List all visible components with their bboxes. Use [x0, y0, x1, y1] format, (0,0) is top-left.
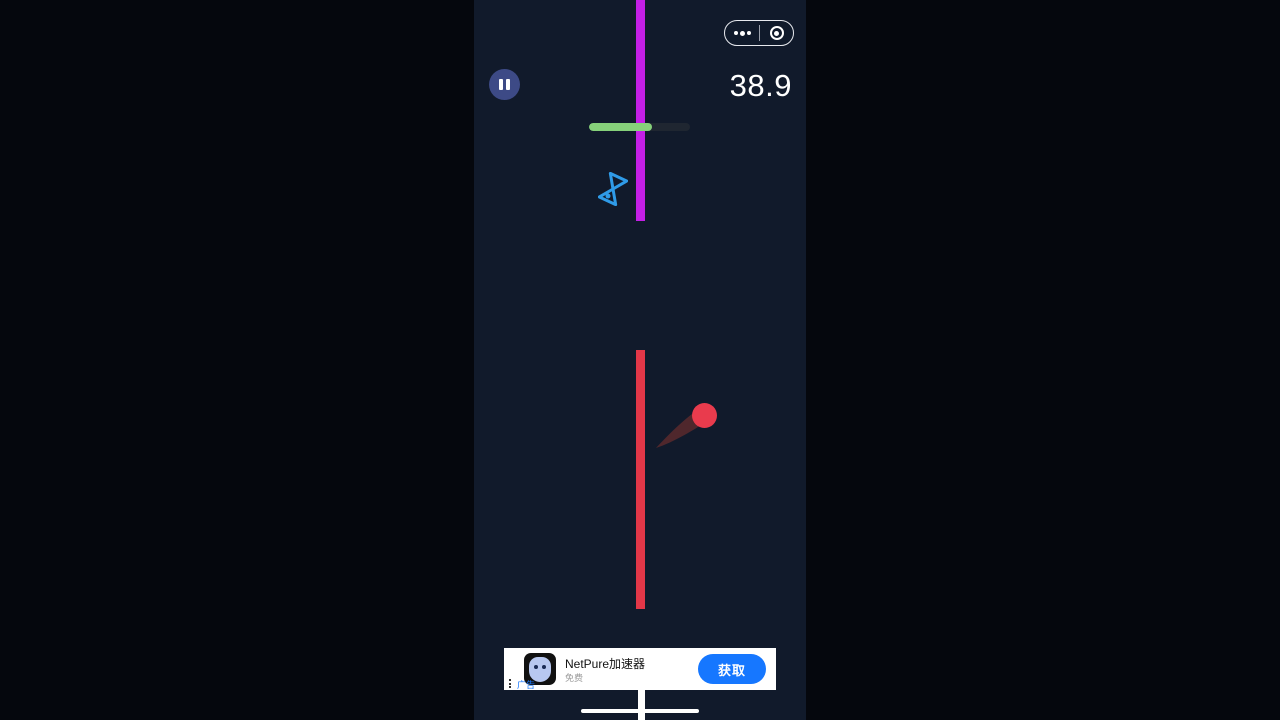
ad-get-button[interactable]: 获取: [698, 654, 766, 684]
hourglass-icon[interactable]: [598, 172, 628, 206]
progress-bar: [589, 123, 690, 131]
letterbox-right: [806, 0, 1280, 720]
score-display: 38.9: [729, 68, 792, 103]
dot: [739, 30, 745, 36]
letterbox-left: [0, 0, 474, 720]
more-dots-icon[interactable]: [725, 21, 759, 45]
pause-button[interactable]: [489, 69, 520, 100]
close-dot: [774, 30, 779, 36]
pause-icon-bar: [506, 79, 510, 90]
progress-bar-fill: [589, 123, 652, 131]
dot: [509, 679, 511, 681]
pause-icon: [499, 79, 503, 90]
ad-app-name: NetPure加速器: [565, 657, 646, 671]
target-close-icon[interactable]: [760, 26, 793, 40]
mini-program-menu-capsule: [724, 20, 794, 46]
ad-banner[interactable]: NetPure加速器 免费 获取 广告: [504, 648, 776, 690]
dot: [746, 31, 751, 35]
top-wall-obstacle: [636, 0, 645, 221]
dot: [509, 682, 511, 685]
dot: [509, 686, 511, 688]
player-ball: [692, 403, 717, 428]
close-ring: [769, 26, 784, 40]
ad-options-icon[interactable]: [509, 679, 511, 688]
ad-tag: 广告: [517, 680, 536, 690]
bottom-wall-base: [638, 690, 645, 720]
bottom-wall-obstacle: [636, 350, 645, 609]
game-screen[interactable]: 38.9 NetPure加速器 免费 获取 广告: [474, 0, 806, 720]
home-indicator[interactable]: [581, 709, 699, 713]
ad-subtitle: 免费: [565, 673, 584, 683]
dot: [733, 31, 738, 35]
